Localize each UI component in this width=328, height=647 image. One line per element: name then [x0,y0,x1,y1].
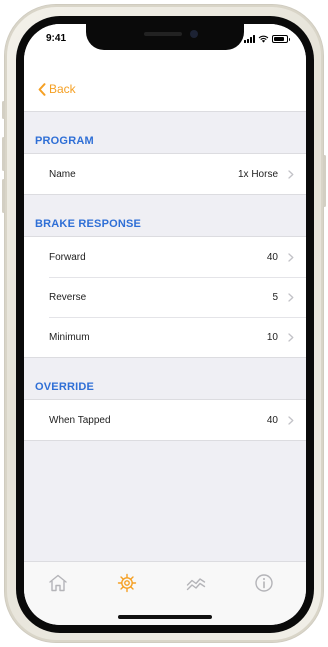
tab-graph[interactable] [185,572,207,594]
front-camera [190,30,198,38]
navigation-bar: Back [24,68,306,112]
row-when-tapped[interactable]: When Tapped 40 [24,400,306,440]
row-reverse[interactable]: Reverse 5 [24,277,306,317]
chevron-right-icon [288,252,294,262]
row-label: Reverse [49,291,87,303]
row-label: Forward [49,251,86,263]
chevron-right-icon [288,292,294,302]
mute-switch [2,101,5,119]
row-minimum[interactable]: Minimum 10 [24,317,306,357]
row-value: 10 [266,331,278,343]
back-label: Back [49,82,76,96]
group-program: Name 1x Horse [24,153,306,195]
row-value: 5 [272,291,278,303]
gear-icon [117,573,137,593]
row-label: Name [49,168,76,180]
home-indicator[interactable] [118,615,212,619]
volume-up-button [2,137,5,171]
group-brake-response: Forward 40 Reverse 5 Minimum 10 [24,236,306,358]
tab-info[interactable] [253,572,275,594]
row-name[interactable]: Name 1x Horse [24,154,306,194]
chevron-right-icon [288,169,294,179]
battery-level [274,37,285,41]
phone-bezel: 9:41 Back PROGRAM Name 1x Horse BRAKE RE… [16,16,314,633]
back-button[interactable]: Back [38,82,76,96]
row-label: Minimum [49,331,90,343]
chevron-left-icon [38,82,46,96]
graph-icon [186,578,206,591]
row-forward[interactable]: Forward 40 [24,237,306,277]
screen: 9:41 Back PROGRAM Name 1x Horse BRAKE RE… [24,24,306,625]
row-value: 40 [266,414,278,426]
home-icon [49,574,67,592]
section-header-override: OVERRIDE [35,381,95,393]
cellular-signal-icon [244,35,255,43]
section-header-program: PROGRAM [35,135,94,147]
notch [86,24,244,50]
power-button [323,155,326,207]
chevron-right-icon [288,332,294,342]
settings-list: PROGRAM Name 1x Horse BRAKE RESPONSE For… [24,112,306,441]
section-header-brake-response: BRAKE RESPONSE [35,218,142,230]
volume-down-button [2,179,5,213]
status-time: 9:41 [46,33,67,44]
row-value: 1x Horse [237,168,278,180]
row-label: When Tapped [49,414,111,426]
info-icon [255,574,273,592]
row-value: 40 [266,251,278,263]
speaker-grille [144,32,182,36]
tab-home[interactable] [47,572,69,594]
group-override: When Tapped 40 [24,399,306,441]
chevron-right-icon [288,415,294,425]
tab-settings[interactable] [116,572,138,594]
battery-icon [272,35,290,43]
wifi-icon [258,35,269,43]
phone-frame: 9:41 Back PROGRAM Name 1x Horse BRAKE RE… [2,4,326,643]
status-icons [244,34,290,44]
